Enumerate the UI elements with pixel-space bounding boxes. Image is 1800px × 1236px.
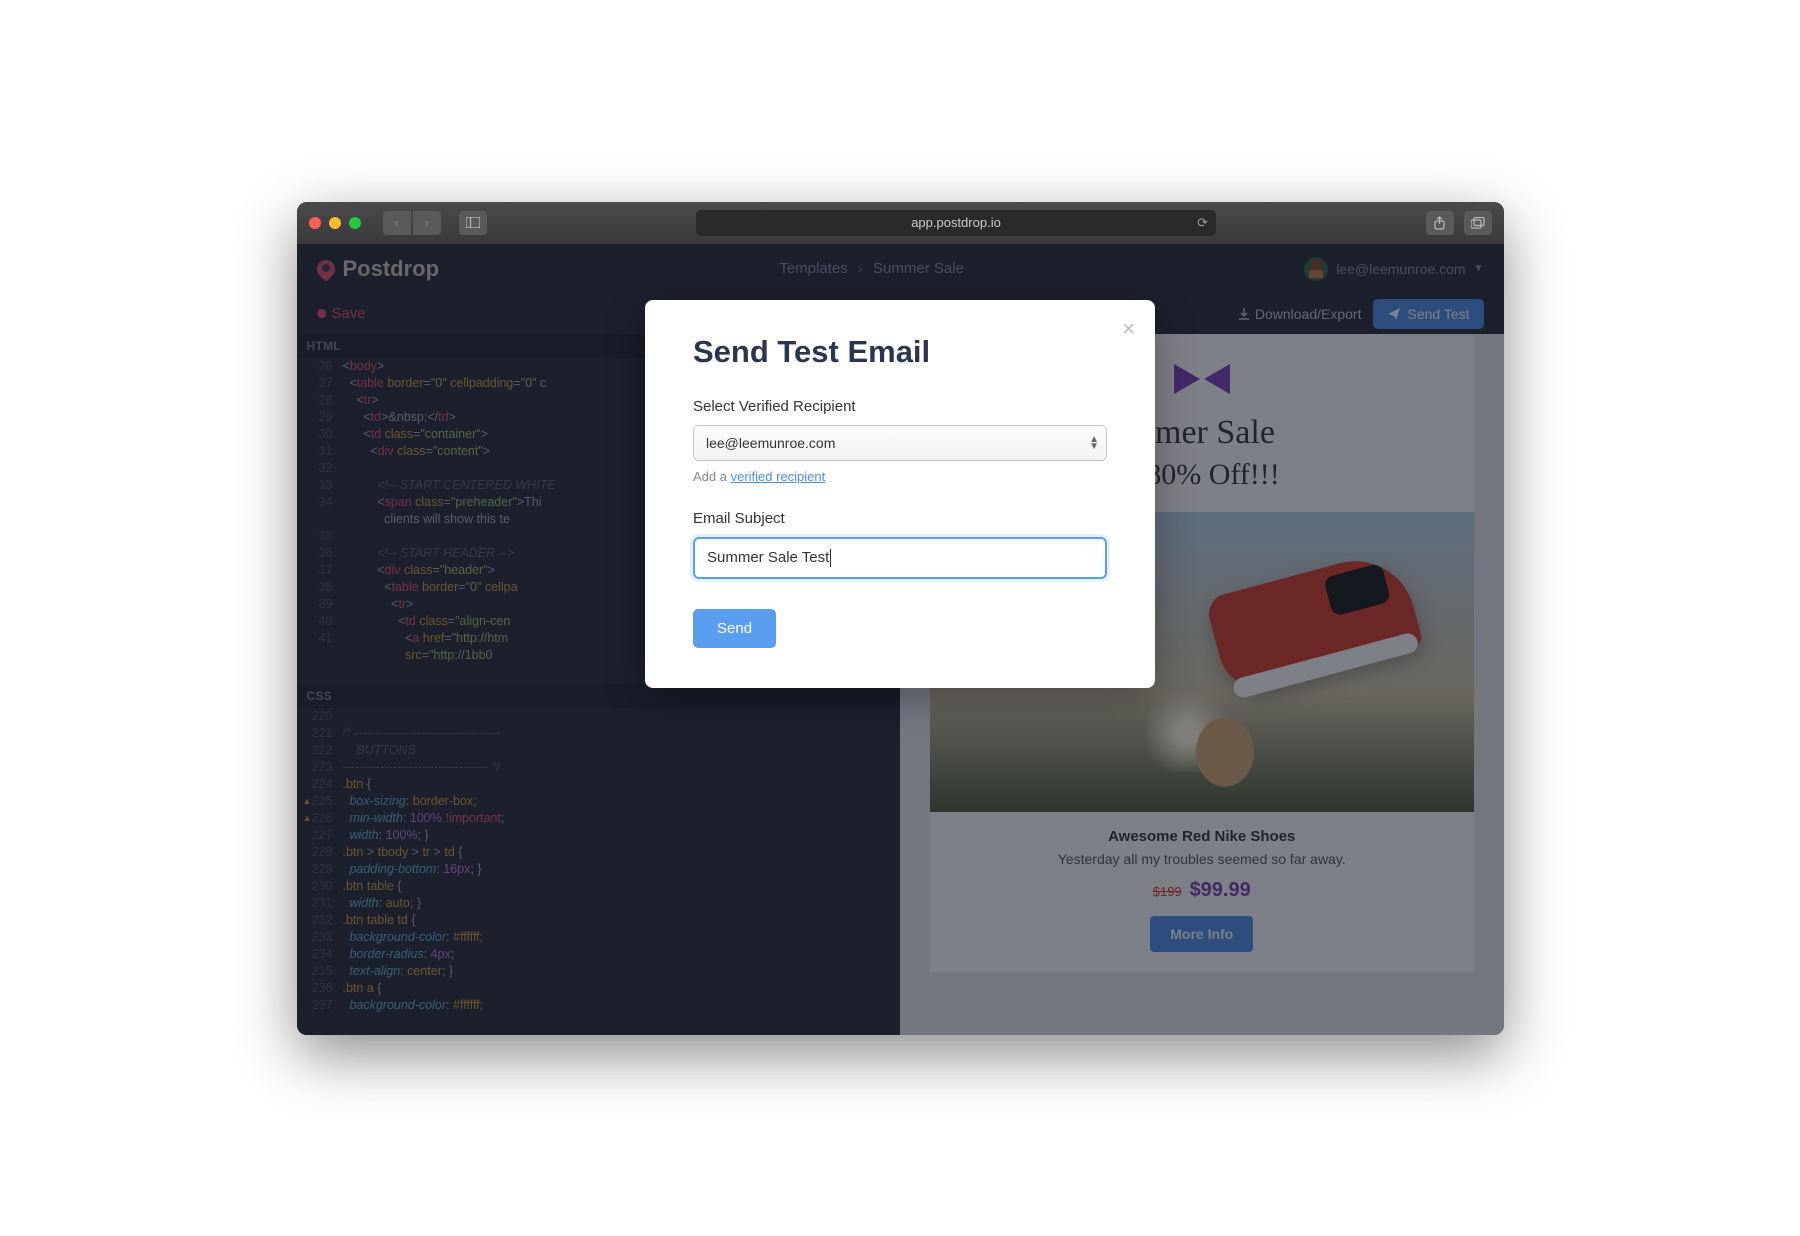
forward-button[interactable]: › [413,211,441,235]
modal-scrim[interactable]: × Send Test Email Select Verified Recipi… [297,244,1504,1035]
verified-recipient-link[interactable]: verified recipient [731,469,826,484]
share-icon [1433,216,1446,230]
send-button[interactable]: Send [693,609,776,648]
add-recipient-hint: Add a verified recipient [693,469,1107,484]
subject-label: Email Subject [693,510,1107,527]
url-text: app.postdrop.io [911,215,1001,230]
select-arrows-icon: ▲▼ [1089,436,1099,450]
recipient-select[interactable]: lee@leemunroe.com ▲▼ [693,425,1107,461]
modal-title: Send Test Email [693,334,1107,370]
minimize-window-button[interactable] [329,217,341,229]
recipient-value: lee@leemunroe.com [706,435,835,451]
browser-titlebar: ‹ › app.postdrop.io ⟳ [297,202,1504,244]
tabs-button[interactable] [1464,211,1492,235]
panel-icon [466,217,480,228]
modal-close-button[interactable]: × [1122,316,1135,342]
reload-icon[interactable]: ⟳ [1197,215,1208,231]
share-button[interactable] [1426,211,1454,235]
browser-window: ‹ › app.postdrop.io ⟳ + Postdrop [297,202,1504,1035]
recipient-label: Select Verified Recipient [693,398,1107,415]
url-bar[interactable]: app.postdrop.io ⟳ [696,210,1216,236]
app-root: Postdrop Templates › Summer Sale lee@lee… [297,244,1504,1035]
sidebar-toggle-button[interactable] [459,211,487,235]
maximize-window-button[interactable] [349,217,361,229]
tabs-icon [1471,217,1485,229]
traffic-lights [309,217,361,229]
back-button[interactable]: ‹ [383,211,411,235]
send-test-modal: × Send Test Email Select Verified Recipi… [645,300,1155,688]
text-cursor [830,549,831,567]
nav-buttons: ‹ › [383,211,441,235]
close-window-button[interactable] [309,217,321,229]
subject-input[interactable]: Summer Sale Test [693,537,1107,579]
